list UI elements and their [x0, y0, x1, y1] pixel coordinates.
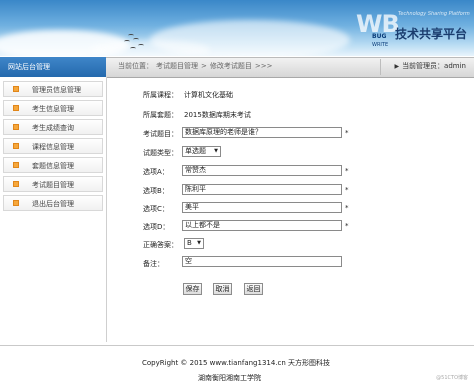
sidebar-item-label: 考试题目管理 — [32, 181, 74, 189]
option-d-label: 选项D： — [143, 223, 170, 231]
breadcrumb-prefix: 当前位置： — [118, 62, 153, 70]
course-value: 计算机文化基础 — [184, 91, 233, 99]
type-select[interactable]: 单选题 ▼ — [182, 146, 221, 157]
bullet-icon — [13, 124, 19, 130]
logo-title: 技术共享平台 — [395, 27, 468, 41]
option-a-label: 选项A： — [143, 168, 169, 176]
sidebar-item-admin-info[interactable]: 管理员信息管理 — [3, 81, 103, 97]
bullet-icon — [13, 162, 19, 168]
bird-icon — [128, 34, 134, 37]
bird-icon — [130, 47, 136, 50]
navbar-divider — [380, 59, 381, 75]
required-mark: * — [345, 204, 349, 212]
breadcrumb-level2[interactable]: 修改考试题目 — [210, 62, 252, 70]
bullet-icon — [13, 143, 19, 149]
note-label: 备注： — [143, 260, 164, 268]
breadcrumb-tail: >>> — [254, 62, 273, 70]
bullet-icon — [13, 181, 19, 187]
option-c-label: 选项C： — [143, 205, 169, 213]
option-c-input[interactable]: 美平 — [182, 202, 342, 213]
set-label: 所属套题： — [143, 111, 178, 119]
header-banner: WB Technology Sharing Platform 技术共享平台 BU… — [0, 0, 474, 56]
chevron-down-icon: ▼ — [214, 148, 218, 154]
answer-select-value: B — [187, 239, 192, 247]
bird-icon — [124, 40, 130, 43]
set-value: 2015数据库期末考试 — [184, 111, 251, 119]
sidebar-item-course-info[interactable]: 课程信息管理 — [3, 138, 103, 154]
breadcrumb-level1[interactable]: 考试题目管理 — [156, 62, 198, 70]
sidebar-title: 网站后台管理 — [0, 57, 106, 77]
option-a-input[interactable]: 常赞杰 — [182, 165, 342, 176]
breadcrumb-separator: > — [201, 62, 207, 70]
sidebar-item-logout[interactable]: 退出后台管理 — [3, 195, 103, 211]
current-admin: ▶ 当前管理员：admin — [394, 61, 466, 71]
cancel-button[interactable]: 取消 — [213, 283, 232, 295]
type-label: 试题类型： — [143, 149, 178, 157]
type-select-value: 单选题 — [185, 147, 206, 155]
sidebar-item-label: 管理员信息管理 — [32, 86, 81, 94]
option-b-label: 选项B： — [143, 187, 169, 195]
option-b-input[interactable]: 陈利平 — [182, 184, 342, 195]
bird-icon — [138, 44, 144, 47]
required-mark: * — [345, 129, 349, 137]
play-arrow-icon: ▶ — [394, 63, 400, 70]
cloud-decoration — [90, 40, 210, 56]
sidebar-item-set-info[interactable]: 套题信息管理 — [3, 157, 103, 173]
sidebar-item-label: 退出后台管理 — [32, 200, 74, 208]
watermark: @51CTO博客 — [436, 375, 468, 381]
answer-label: 正确答案： — [143, 241, 178, 249]
current-admin-text: 当前管理员：admin — [402, 62, 466, 70]
footer-divider — [0, 345, 474, 346]
course-label: 所属课程： — [143, 91, 178, 99]
sidebar-item-question-manage[interactable]: 考试题目管理 — [3, 176, 103, 192]
required-mark: * — [345, 186, 349, 194]
bullet-icon — [13, 200, 19, 206]
bullet-icon — [13, 86, 19, 92]
note-input[interactable]: 空 — [182, 256, 342, 267]
bullet-icon — [13, 105, 19, 111]
sidebar-item-label: 课程信息管理 — [32, 143, 74, 151]
answer-select[interactable]: B ▼ — [184, 238, 204, 249]
sidebar-item-label: 考生成绩查询 — [32, 124, 74, 132]
breadcrumb: 当前位置： 考试题目管理 > 修改考试题目 >>> — [118, 61, 275, 71]
sidebar-item-label: 套题信息管理 — [32, 162, 74, 170]
question-input[interactable]: 数据库原理的老师是谁？ — [182, 127, 342, 138]
bird-icon — [133, 38, 139, 41]
logo-write-text: WRITE — [372, 42, 389, 48]
logo-subtitle: Technology Sharing Platform — [398, 11, 470, 17]
sidebar: 管理员信息管理 考生信息管理 考生成绩查询 课程信息管理 套题信息管理 考试题目… — [0, 77, 107, 342]
footer-copyright: CopyRight © 2015 www.tianfang1314.cn 天方形… — [142, 359, 331, 367]
sidebar-item-student-info[interactable]: 考生信息管理 — [3, 100, 103, 116]
sidebar-item-label: 考生信息管理 — [32, 105, 74, 113]
logo-bug-text: BUG — [372, 33, 387, 40]
footer-school: 湖南衡阳湘南工学院 — [198, 374, 261, 382]
back-button[interactable]: 返回 — [244, 283, 263, 295]
required-mark: * — [345, 222, 349, 230]
question-label: 考试题目： — [143, 130, 178, 138]
save-button[interactable]: 保存 — [183, 283, 202, 295]
option-d-input[interactable]: 以上都不是 — [182, 220, 342, 231]
sidebar-item-score-query[interactable]: 考生成绩查询 — [3, 119, 103, 135]
chevron-down-icon: ▼ — [197, 240, 201, 246]
required-mark: * — [345, 167, 349, 175]
